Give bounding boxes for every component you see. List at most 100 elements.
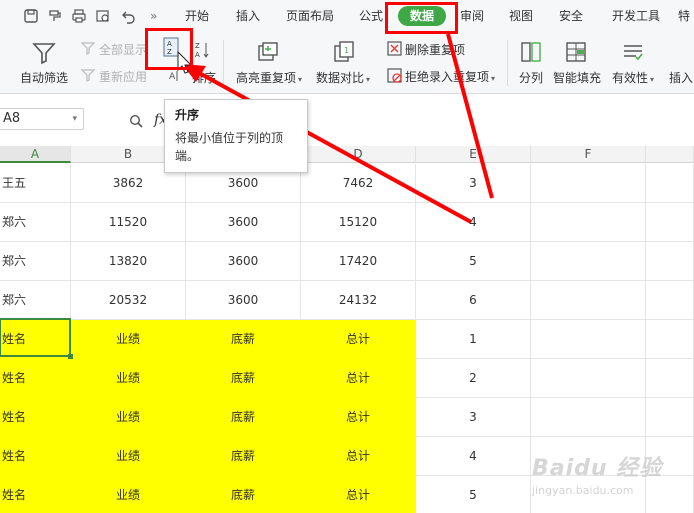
cell[interactable] (646, 476, 694, 513)
cell[interactable]: 4 (416, 437, 531, 476)
sort-custom-icon[interactable]: A (168, 68, 180, 84)
cell[interactable]: 总计 (301, 359, 416, 398)
cell[interactable]: 底薪 (186, 437, 301, 476)
highlight-duplicates-button[interactable]: 高亮重复项 ▾ (236, 69, 302, 86)
cell[interactable]: 24132 (301, 281, 416, 320)
cell[interactable] (646, 398, 694, 437)
split-column-button[interactable]: 分列 (519, 69, 543, 86)
more-quick-access[interactable]: » (150, 0, 157, 32)
cell[interactable]: 王五 (0, 164, 71, 203)
cell[interactable] (646, 203, 694, 242)
name-box[interactable]: A8 ▾ (0, 108, 84, 130)
column-header-e[interactable]: E (416, 146, 531, 163)
cell[interactable] (646, 164, 694, 203)
tab-special[interactable]: 特 (678, 0, 690, 32)
cell[interactable] (646, 242, 694, 281)
cell[interactable]: 3600 (186, 242, 301, 281)
print-icon[interactable] (70, 7, 88, 25)
sort-button[interactable]: 排序 (192, 69, 216, 86)
cell[interactable]: 姓名 (0, 359, 71, 398)
split-column-icon[interactable] (518, 39, 544, 65)
cell[interactable] (531, 320, 646, 359)
cell[interactable]: 底薪 (186, 476, 301, 513)
cell[interactable]: 4 (416, 203, 531, 242)
cell[interactable]: 5 (416, 242, 531, 281)
chevron-down-icon[interactable]: ▾ (72, 109, 77, 129)
cell[interactable]: 郑六 (0, 281, 71, 320)
delete-duplicates-icon[interactable] (386, 40, 402, 56)
tab-page-layout[interactable]: 页面布局 (286, 0, 334, 32)
tab-view[interactable]: 视图 (509, 0, 533, 32)
cell[interactable] (531, 281, 646, 320)
cell[interactable]: 郑六 (0, 242, 71, 281)
cell[interactable] (531, 242, 646, 281)
tab-review[interactable]: 审阅 (460, 0, 484, 32)
cell[interactable] (646, 320, 694, 359)
cell[interactable] (646, 359, 694, 398)
cell[interactable] (531, 359, 646, 398)
tab-home[interactable]: 开始 (185, 0, 209, 32)
cell[interactable]: 1 (416, 320, 531, 359)
cell[interactable]: 13820 (71, 242, 186, 281)
cell[interactable] (531, 398, 646, 437)
cell[interactable]: 总计 (301, 320, 416, 359)
data-validity-button[interactable]: 有效性 ▾ (612, 69, 654, 86)
cell[interactable] (531, 437, 646, 476)
data-compare-button[interactable]: 数据对比 ▾ (316, 69, 370, 86)
cell[interactable]: 业绩 (71, 320, 186, 359)
cell[interactable]: 郑六 (0, 203, 71, 242)
data-compare-icon[interactable]: 1 (331, 39, 357, 65)
cell[interactable]: 20532 (71, 281, 186, 320)
zoom-search-icon[interactable] (128, 113, 144, 129)
save-icon[interactable] (22, 7, 40, 25)
cell[interactable]: 姓名 (0, 320, 71, 359)
cell[interactable]: 2 (416, 359, 531, 398)
tab-security[interactable]: 安全 (559, 0, 583, 32)
column-header-a[interactable]: A (0, 146, 71, 163)
cell[interactable]: 底薪 (186, 320, 301, 359)
cell[interactable]: 业绩 (71, 359, 186, 398)
cell[interactable]: 总计 (301, 476, 416, 513)
undo-icon[interactable] (120, 7, 138, 25)
column-header-d[interactable]: D (301, 146, 416, 163)
tab-insert[interactable]: 插入 (236, 0, 260, 32)
cell[interactable] (531, 476, 646, 513)
show-all-button[interactable]: 全部显示 (99, 41, 147, 58)
cell[interactable]: 底薪 (186, 359, 301, 398)
cell[interactable] (646, 437, 694, 476)
cell[interactable]: 业绩 (71, 476, 186, 513)
filter-icon[interactable] (30, 39, 58, 67)
insert-dropdown-button[interactable]: 插入 (669, 69, 693, 86)
cell[interactable] (531, 203, 646, 242)
reapply-button[interactable]: 重新应用 (99, 68, 147, 85)
cell[interactable]: 姓名 (0, 398, 71, 437)
data-validity-icon[interactable] (620, 39, 646, 65)
cell[interactable]: 姓名 (0, 476, 71, 513)
cell[interactable]: 3600 (186, 203, 301, 242)
auto-filter-button[interactable]: 自动筛选 (20, 69, 68, 86)
cell[interactable]: 15120 (301, 203, 416, 242)
sort-ascending-icon[interactable]: AZ (162, 37, 180, 57)
print-preview-icon[interactable] (94, 7, 112, 25)
cell[interactable]: 3 (416, 398, 531, 437)
tab-developer[interactable]: 开发工具 (612, 0, 660, 32)
column-header-f[interactable]: F (531, 146, 646, 163)
cell[interactable]: 业绩 (71, 437, 186, 476)
cell[interactable]: 5 (416, 476, 531, 513)
cell[interactable] (531, 164, 646, 203)
cell[interactable]: 7462 (301, 164, 416, 203)
tab-data[interactable]: 数据 (398, 6, 446, 26)
tab-formula[interactable]: 公式 (359, 0, 383, 32)
reject-duplicates-icon[interactable] (386, 67, 402, 83)
sort-descending-icon[interactable]: ZA (192, 40, 210, 60)
cell[interactable]: 17420 (301, 242, 416, 281)
cell[interactable]: 11520 (71, 203, 186, 242)
column-header-g[interactable] (646, 146, 694, 163)
smart-fill-icon[interactable] (563, 39, 589, 65)
cell[interactable]: 3600 (186, 281, 301, 320)
cell[interactable]: 底薪 (186, 398, 301, 437)
delete-duplicates-button[interactable]: 删除重复项 (405, 41, 465, 58)
cell[interactable]: 6 (416, 281, 531, 320)
cell[interactable]: 姓名 (0, 437, 71, 476)
cell[interactable]: 总计 (301, 437, 416, 476)
